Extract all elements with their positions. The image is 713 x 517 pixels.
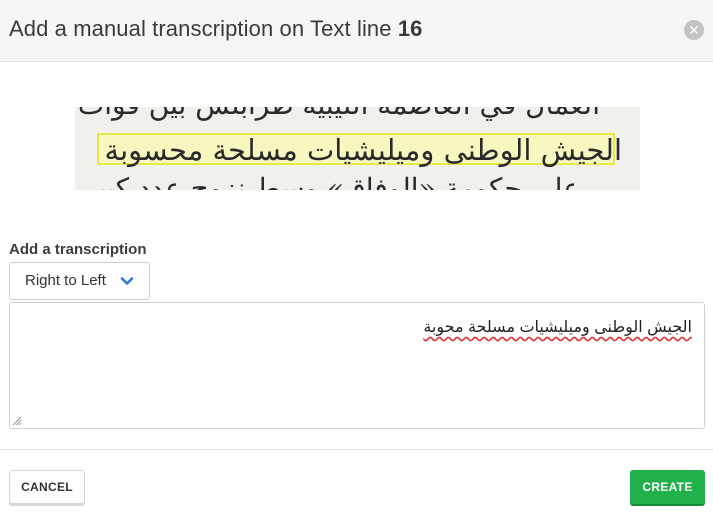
resize-handle-icon[interactable]: [12, 416, 22, 426]
scan-line-above: العمال في العاصمة الليبية طرابلس بين قوا…: [78, 107, 600, 121]
dialog-header: Add a manual transcription on Text line …: [0, 0, 713, 62]
cancel-button[interactable]: CANCEL: [9, 470, 85, 504]
dialog-title: Add a manual transcription on Text line …: [9, 16, 423, 42]
transcription-input[interactable]: الجيش الوطنى وميليشيات مسلحة محوبة: [9, 302, 705, 429]
create-button[interactable]: CREATE: [630, 470, 705, 504]
text-direction-value: Right to Left: [25, 272, 106, 289]
transcription-label: Add a transcription: [9, 241, 147, 258]
scan-line-current: الجيش الوطنى وميليشيات مسلحة محسوبة: [104, 133, 622, 167]
transcription-text: الجيش الوطنى وميليشيات مسلحة محوبة: [423, 319, 692, 336]
scan-line-below: على حكومة «الوفاق» وسط نزوح عدد كبير: [83, 172, 580, 191]
close-icon[interactable]: ✕: [684, 20, 704, 40]
text-direction-select[interactable]: Right to Left: [9, 262, 150, 300]
chevron-down-icon: [120, 277, 134, 285]
text-line-image: العمال في العاصمة الليبية طرابلس بين قوا…: [75, 107, 640, 190]
dialog-title-text: Add a manual transcription on Text line: [9, 16, 392, 41]
line-number: 16: [397, 16, 423, 41]
footer-divider: [0, 449, 713, 450]
